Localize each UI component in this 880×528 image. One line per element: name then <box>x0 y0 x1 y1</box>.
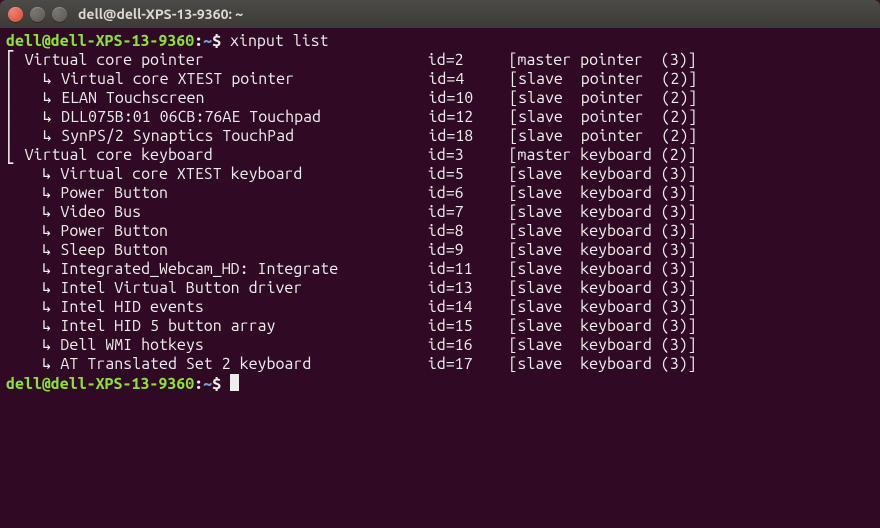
cursor <box>230 374 239 391</box>
device-name: ↳ Intel Virtual Button driver <box>6 279 428 297</box>
device-name: ⎣ Virtual core keyboard <box>6 146 428 164</box>
window-titlebar: dell@dell-XPS-13-9360: ~ <box>0 0 880 28</box>
device-id: id=3 <box>428 146 509 164</box>
device-group-header: ⎣ Virtual core keyboard id=3 [master key… <box>6 146 874 165</box>
device-role: [slave keyboard (3)] <box>508 298 696 316</box>
device-id: id=11 <box>428 260 509 278</box>
prompt-path: ~ <box>203 375 212 393</box>
device-row: ↳ Virtual core XTEST keyboard id=5 [slav… <box>6 165 874 184</box>
prompt-line: dell@dell-XPS-13-9360:~$ xinput list <box>6 32 874 51</box>
device-role: [slave keyboard (3)] <box>508 336 696 354</box>
device-row: ⎜ ↳ DLL075B:01 06CB:76AE Touchpad id=12 … <box>6 108 874 127</box>
device-role: [slave keyboard (3)] <box>508 317 696 335</box>
minimize-icon[interactable] <box>30 7 45 22</box>
device-row: ⎜ ↳ ELAN Touchscreen id=10 [slave pointe… <box>6 89 874 108</box>
device-id: id=4 <box>428 70 509 88</box>
device-row: ↳ Power Button id=8 [slave keyboard (3)] <box>6 222 874 241</box>
device-role: [slave keyboard (3)] <box>508 165 696 183</box>
device-role: [slave keyboard (3)] <box>508 355 696 373</box>
device-id: id=12 <box>428 108 509 126</box>
device-id: id=5 <box>428 165 509 183</box>
device-row: ↳ Intel Virtual Button driver id=13 [sla… <box>6 279 874 298</box>
device-row: ⎜ ↳ Virtual core XTEST pointer id=4 [sla… <box>6 70 874 89</box>
device-role: [slave pointer (2)] <box>509 127 697 145</box>
device-name: ⎡ Virtual core pointer <box>6 51 428 69</box>
command-text: xinput list <box>230 32 329 50</box>
device-name: ⎜ ↳ ELAN Touchscreen <box>6 89 428 107</box>
device-row: ↳ Intel HID 5 button array id=15 [slave … <box>6 317 874 336</box>
prompt-userhost: dell@dell-XPS-13-9360 <box>6 375 194 393</box>
device-name: ⎜ ↳ DLL075B:01 06CB:76AE Touchpad <box>6 108 428 126</box>
device-name: ↳ Sleep Button <box>6 241 428 259</box>
prompt-path: ~ <box>203 32 212 50</box>
device-id: id=10 <box>428 89 509 107</box>
device-id: id=6 <box>428 184 509 202</box>
maximize-icon[interactable] <box>52 7 67 22</box>
device-name: ↳ Video Bus <box>6 203 428 221</box>
device-id: id=16 <box>428 336 509 354</box>
device-name: ↳ Virtual core XTEST keyboard <box>6 165 428 183</box>
device-role: [slave keyboard (3)] <box>508 203 696 221</box>
device-row: ↳ Dell WMI hotkeys id=16 [slave keyboard… <box>6 336 874 355</box>
device-name: ↳ AT Translated Set 2 keyboard <box>6 355 428 373</box>
prompt-userhost: dell@dell-XPS-13-9360 <box>6 32 194 50</box>
device-row: ⎜ ↳ SynPS/2 Synaptics TouchPad id=18 [sl… <box>6 127 874 146</box>
device-id: id=13 <box>428 279 509 297</box>
device-id: id=9 <box>428 241 509 259</box>
device-group-header: ⎡ Virtual core pointer id=2 [master poin… <box>6 51 874 70</box>
device-id: id=8 <box>428 222 509 240</box>
device-row: ↳ Video Bus id=7 [slave keyboard (3)] <box>6 203 874 222</box>
device-role: [slave pointer (2)] <box>509 89 697 107</box>
device-id: id=17 <box>428 355 509 373</box>
prompt-line: dell@dell-XPS-13-9360:~$ <box>6 374 874 394</box>
terminal-area[interactable]: dell@dell-XPS-13-9360:~$ xinput list⎡ Vi… <box>0 28 880 528</box>
device-role: [master keyboard (2)] <box>508 146 696 164</box>
device-id: id=7 <box>428 203 509 221</box>
device-name: ↳ Intel HID 5 button array <box>6 317 428 335</box>
device-id: id=18 <box>428 127 509 145</box>
device-name: ↳ Dell WMI hotkeys <box>6 336 428 354</box>
device-row: ↳ Integrated_Webcam_HD: Integrate id=11 … <box>6 260 874 279</box>
device-role: [slave keyboard (3)] <box>508 184 696 202</box>
device-role: [slave keyboard (3)] <box>508 260 696 278</box>
close-icon[interactable] <box>8 7 23 22</box>
device-id: id=2 <box>428 51 509 69</box>
device-name: ⎜ ↳ SynPS/2 Synaptics TouchPad <box>6 127 428 145</box>
device-name: ↳ Integrated_Webcam_HD: Integrate <box>6 260 428 278</box>
device-id: id=15 <box>428 317 509 335</box>
device-role: [slave keyboard (3)] <box>508 241 696 259</box>
device-id: id=14 <box>428 298 509 316</box>
device-row: ↳ Intel HID events id=14 [slave keyboard… <box>6 298 874 317</box>
device-name: ↳ Intel HID events <box>6 298 428 316</box>
device-role: [master pointer (3)] <box>508 51 696 69</box>
device-role: [slave pointer (2)] <box>509 70 697 88</box>
device-row: ↳ AT Translated Set 2 keyboard id=17 [sl… <box>6 355 874 374</box>
device-name: ⎜ ↳ Virtual core XTEST pointer <box>6 70 428 88</box>
device-row: ↳ Sleep Button id=9 [slave keyboard (3)] <box>6 241 874 260</box>
device-role: [slave keyboard (3)] <box>508 279 696 297</box>
device-name: ↳ Power Button <box>6 184 428 202</box>
device-role: [slave pointer (2)] <box>509 108 697 126</box>
device-role: [slave keyboard (3)] <box>508 222 696 240</box>
device-row: ↳ Power Button id=6 [slave keyboard (3)] <box>6 184 874 203</box>
device-name: ↳ Power Button <box>6 222 428 240</box>
window-title: dell@dell-XPS-13-9360: ~ <box>78 6 243 22</box>
